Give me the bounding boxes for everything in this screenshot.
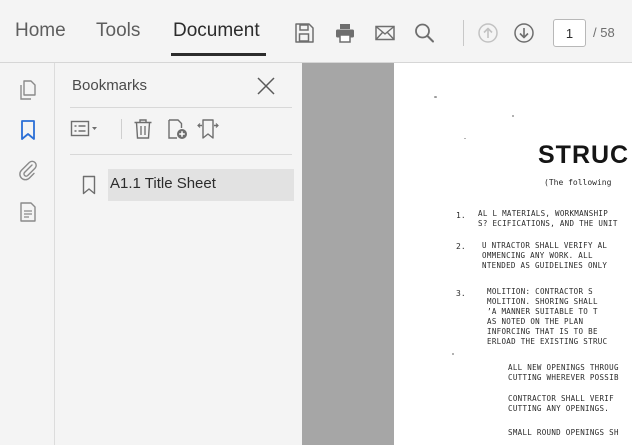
new-bookmark-icon[interactable] <box>166 117 188 141</box>
document-text-line: ALL NEW OPENINGS THROUG <box>508 363 619 372</box>
panel-title: Bookmarks <box>72 77 148 94</box>
document-text-line: U NTRACTOR SHALL VERIFY AL <box>482 241 608 250</box>
bookmark-icon[interactable] <box>17 119 39 141</box>
tab-home[interactable]: Home <box>15 20 66 42</box>
navigation-rail <box>0 63 55 445</box>
document-canvas-gutter <box>302 63 394 445</box>
section-number: 3. <box>456 289 466 298</box>
close-icon[interactable] <box>255 75 277 97</box>
toolbar-separator <box>463 20 464 46</box>
options-menu-icon[interactable] <box>70 117 100 141</box>
document-text-line: AS NOTED ON THE PLAN <box>487 317 584 326</box>
document-page[interactable]: STRUC (The following 1. AL L MATERIALS, … <box>394 63 632 445</box>
attachment-icon[interactable] <box>17 159 39 181</box>
document-text-line: INFORCING THAT IS TO BE <box>487 327 598 336</box>
scan-speck <box>434 96 437 98</box>
scan-speck <box>512 115 514 117</box>
document-text-line: NTENDED AS GUIDELINES ONLY <box>482 261 608 270</box>
top-toolbar: Home Tools Document / 58 <box>0 0 632 63</box>
next-page-icon[interactable] <box>513 22 535 44</box>
panel-toolbar-separator <box>121 119 122 139</box>
document-text-line: S? ECIFICATIONS, AND THE UNIT <box>478 219 618 228</box>
print-icon[interactable] <box>334 22 356 44</box>
search-icon[interactable] <box>413 22 435 44</box>
document-text-line: AL L MATERIALS, WORKMANSHIP <box>478 209 609 218</box>
page-total-label: / 58 <box>593 25 615 40</box>
pages-thumbnail-icon[interactable] <box>17 79 39 101</box>
bookmark-item-highlight: A1.1 Title Sheet <box>108 169 294 201</box>
panel-divider <box>70 154 292 155</box>
active-tab-underline <box>171 53 266 56</box>
bookmark-item-icon <box>82 175 96 195</box>
expand-bookmark-icon[interactable] <box>197 117 219 141</box>
document-text-line: MOLITION. SHORING SHALL <box>487 297 598 306</box>
email-icon[interactable] <box>374 22 396 44</box>
document-text-line: CUTTING ANY OPENINGS. <box>508 404 610 413</box>
tab-document[interactable]: Document <box>173 20 260 42</box>
save-icon[interactable] <box>293 22 315 44</box>
bookmark-item[interactable]: A1.1 Title Sheet <box>73 169 294 201</box>
bookmark-item-label: A1.1 Title Sheet <box>110 175 216 192</box>
document-text-line: CONTRACTOR SHALL VERIF <box>508 394 614 403</box>
bookmarks-panel: Bookmarks A1.1 Title Sheet <box>55 63 302 445</box>
document-text-line: CUTTING WHEREVER POSSIB <box>508 373 619 382</box>
tab-tools[interactable]: Tools <box>96 20 140 42</box>
document-text-line: MOLITION: CONTRACTOR S <box>487 287 593 296</box>
document-text-line: ’A MANNER SUITABLE TO T <box>487 307 598 316</box>
document-text-line: OMMENCING ANY WORK. ALL <box>482 251 593 260</box>
document-properties-icon[interactable] <box>17 201 39 223</box>
document-text-line: ERLOAD THE EXISTING STRUC <box>487 337 608 346</box>
scan-speck <box>452 353 454 355</box>
section-number: 2. <box>456 242 466 251</box>
scan-speck <box>464 138 466 139</box>
page-number-input[interactable] <box>553 19 586 47</box>
document-text-line: SMALL ROUND OPENINGS SH <box>508 428 619 437</box>
section-number: 1. <box>456 211 466 220</box>
panel-divider <box>70 107 292 108</box>
previous-page-icon[interactable] <box>477 22 499 44</box>
delete-icon[interactable] <box>132 117 154 141</box>
document-title: STRUC <box>538 141 630 169</box>
document-subtitle: (The following <box>544 178 612 187</box>
